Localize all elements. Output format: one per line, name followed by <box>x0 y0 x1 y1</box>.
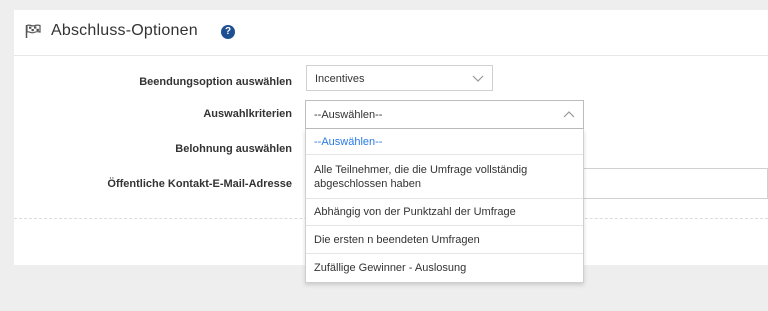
criteria-label: Auswahlkriterien <box>203 108 292 120</box>
end-option-label: Beendungsoption auswählen <box>139 76 292 88</box>
dropdown-option[interactable]: Die ersten n beendeten Umfragen <box>306 226 583 254</box>
dropdown-option[interactable]: Abhängig von der Punktzahl der Umfrage <box>306 199 583 226</box>
criteria-dropdown-list: --Auswählen-- Alle Teilnehmer, die die U… <box>305 129 584 283</box>
chevron-up-icon <box>563 111 575 118</box>
reward-label: Belohnung auswählen <box>175 143 292 155</box>
contact-email-label: Öffentliche Kontakt-E-Mail-Adresse <box>107 178 292 190</box>
dropdown-option[interactable]: Zufällige Gewinner - Auslosung <box>306 254 583 282</box>
panel-title: Abschluss-Optionen <box>51 22 198 39</box>
end-option-select[interactable]: Incentives <box>306 65 493 91</box>
contact-email-field[interactable] <box>574 168 768 199</box>
dropdown-option[interactable]: Alle Teilnehmer, die die Umfrage vollstä… <box>306 155 583 199</box>
panel-header: Abschluss-Optionen ? <box>14 10 768 56</box>
criteria-select[interactable]: --Auswählen-- <box>305 100 584 129</box>
chevron-down-icon <box>472 75 484 82</box>
dropdown-option[interactable]: --Auswählen-- <box>306 129 583 155</box>
criteria-value: --Auswählen-- <box>314 109 383 121</box>
help-icon[interactable]: ? <box>221 25 235 39</box>
flag-icon <box>25 24 41 38</box>
end-option-value: Incentives <box>315 73 365 85</box>
